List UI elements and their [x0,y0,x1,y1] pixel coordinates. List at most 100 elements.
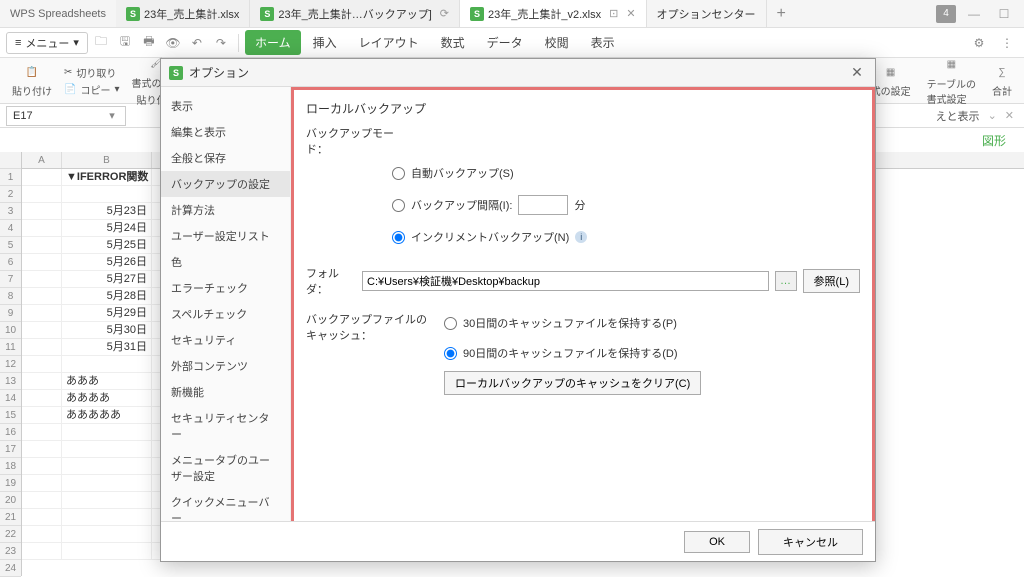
mode-auto-radio[interactable]: 自動バックアップ(S) [392,165,860,181]
cache-30-radio[interactable]: 30日間のキャッシュファイルを保持する(P) [444,315,701,331]
mode-interval-radio[interactable]: バックアップ間隔(I): 分 [392,195,860,215]
cell[interactable]: あああああ [62,407,152,424]
sidebar-item[interactable]: スペルチェック [161,301,290,327]
pane-label[interactable]: えと表示 [936,108,980,124]
radio-input[interactable] [444,347,457,360]
cell[interactable]: 5月28日 [62,288,152,305]
row-header[interactable]: 22 [0,526,21,543]
sidebar-item[interactable]: メニュータブのユーザー設定 [161,447,290,489]
row-header[interactable]: 1 [0,169,21,186]
clear-cache-button[interactable]: ローカルバックアップのキャッシュをクリア(C) [444,371,701,395]
cut-button[interactable]: ✂ 切り取り [64,65,119,80]
cancel-button[interactable]: キャンセル [758,529,863,555]
row-header[interactable]: 4 [0,220,21,237]
cell[interactable]: 5月25日 [62,237,152,254]
row-header[interactable]: 20 [0,492,21,509]
more-icon[interactable]: ⋮ [996,32,1018,54]
row-header[interactable]: 8 [0,288,21,305]
name-box[interactable]: E17▾ [6,106,126,126]
open-icon[interactable]: 🗀 [90,32,112,54]
doc-tab-1[interactable]: S23年_売上集計…バックアップ]⟳ [250,0,460,27]
cell[interactable]: 5月23日 [62,203,152,220]
row-header[interactable]: 14 [0,390,21,407]
col-b[interactable]: B [62,152,152,168]
cell[interactable]: 5月30日 [62,322,152,339]
sidebar-item[interactable]: 表示 [161,93,290,119]
sidebar-item[interactable]: 新機能 [161,379,290,405]
maximize-button[interactable]: ☐ [992,5,1016,23]
radio-input[interactable] [392,231,405,244]
row-header[interactable]: 15 [0,407,21,424]
folder-path-input[interactable] [362,271,769,291]
ribbon-tab-home[interactable]: ホーム [245,30,301,55]
row-header[interactable]: 11 [0,339,21,356]
shape-label[interactable]: 図形 [974,128,1014,153]
ribbon-tab-data[interactable]: データ [477,30,533,55]
redo-icon[interactable]: ↷ [210,32,232,54]
new-tab-button[interactable]: + [767,0,796,27]
print-icon[interactable]: 🖶 [138,32,160,54]
cache-90-radio[interactable]: 90日間のキャッシュファイルを保持する(D) [444,345,701,361]
dialog-close-button[interactable]: ✕ [847,63,867,83]
info-icon[interactable]: i [575,231,587,243]
restore-icon[interactable]: ⟳ [440,7,449,20]
sidebar-item[interactable]: 全般と保存 [161,145,290,171]
cell[interactable]: ああああ [62,390,152,407]
row-header[interactable]: 12 [0,356,21,373]
interval-input[interactable] [518,195,568,215]
window-count-badge[interactable]: 4 [936,5,956,23]
ribbon-tab-formula[interactable]: 数式 [431,30,475,55]
pin-icon[interactable]: ⊡ [609,7,618,20]
browse-button[interactable]: 参照(L) [803,269,860,293]
cell[interactable]: 5月24日 [62,220,152,237]
ribbon-tab-layout[interactable]: レイアウト [349,30,429,55]
settings-icon[interactable]: ⚙ [968,32,990,54]
sidebar-item[interactable]: 外部コンテンツ [161,353,290,379]
copy-button[interactable]: 📄 コピー ▾ [64,82,119,97]
cell[interactable]: 5月26日 [62,254,152,271]
ok-button[interactable]: OK [684,531,750,553]
row-header[interactable]: 18 [0,458,21,475]
sidebar-item[interactable]: 計算方法 [161,197,290,223]
table-format-button[interactable]: ▦テーブルの 書式設定 [923,56,980,106]
sidebar-item[interactable]: セキュリティセンター [161,405,290,447]
radio-input[interactable] [392,199,405,212]
close-tab-icon[interactable]: ✕ [626,7,635,20]
cell[interactable]: あああ [62,373,152,390]
paste-button[interactable]: 📋貼り付け [8,63,56,98]
row-header[interactable]: 9 [0,305,21,322]
radio-input[interactable] [444,317,457,330]
ribbon-tab-view[interactable]: 表示 [581,30,625,55]
row-header[interactable]: 3 [0,203,21,220]
row-header[interactable]: 7 [0,271,21,288]
row-header[interactable]: 13 [0,373,21,390]
doc-tab-3[interactable]: オプションセンター [647,0,767,27]
preview-icon[interactable]: 👁 [162,32,184,54]
row-header[interactable]: 16 [0,424,21,441]
doc-tab-2[interactable]: S23年_売上集計_v2.xlsx⊡✕ [460,0,647,27]
row-header[interactable]: 10 [0,322,21,339]
cell[interactable]: 5月27日 [62,271,152,288]
row-header[interactable]: 23 [0,543,21,560]
sidebar-item[interactable]: 色 [161,249,290,275]
pane-close-icon[interactable]: ⌄ [988,109,997,122]
menu-button[interactable]: ≡ メニュー ▾ [6,32,88,54]
row-header[interactable]: 17 [0,441,21,458]
dialog-titlebar[interactable]: S オプション ✕ [161,59,875,87]
sidebar-item[interactable]: エラーチェック [161,275,290,301]
sidebar-item[interactable]: クイックメニューバー [161,489,290,521]
cell[interactable]: 5月29日 [62,305,152,322]
undo-icon[interactable]: ↶ [186,32,208,54]
minimize-button[interactable]: — [962,5,986,23]
radio-input[interactable] [392,167,405,180]
row-header[interactable]: 21 [0,509,21,526]
row-header[interactable]: 2 [0,186,21,203]
cell[interactable]: 5月31日 [62,339,152,356]
sidebar-item[interactable]: 編集と表示 [161,119,290,145]
cell[interactable]: ▼IFERROR関数 [62,169,152,186]
ribbon-tab-review[interactable]: 校閲 [535,30,579,55]
row-header[interactable]: 5 [0,237,21,254]
autosum-button[interactable]: ∑合計 [988,63,1016,98]
sidebar-item[interactable]: ユーザー設定リスト [161,223,290,249]
save-icon[interactable]: 🖫 [114,32,136,54]
